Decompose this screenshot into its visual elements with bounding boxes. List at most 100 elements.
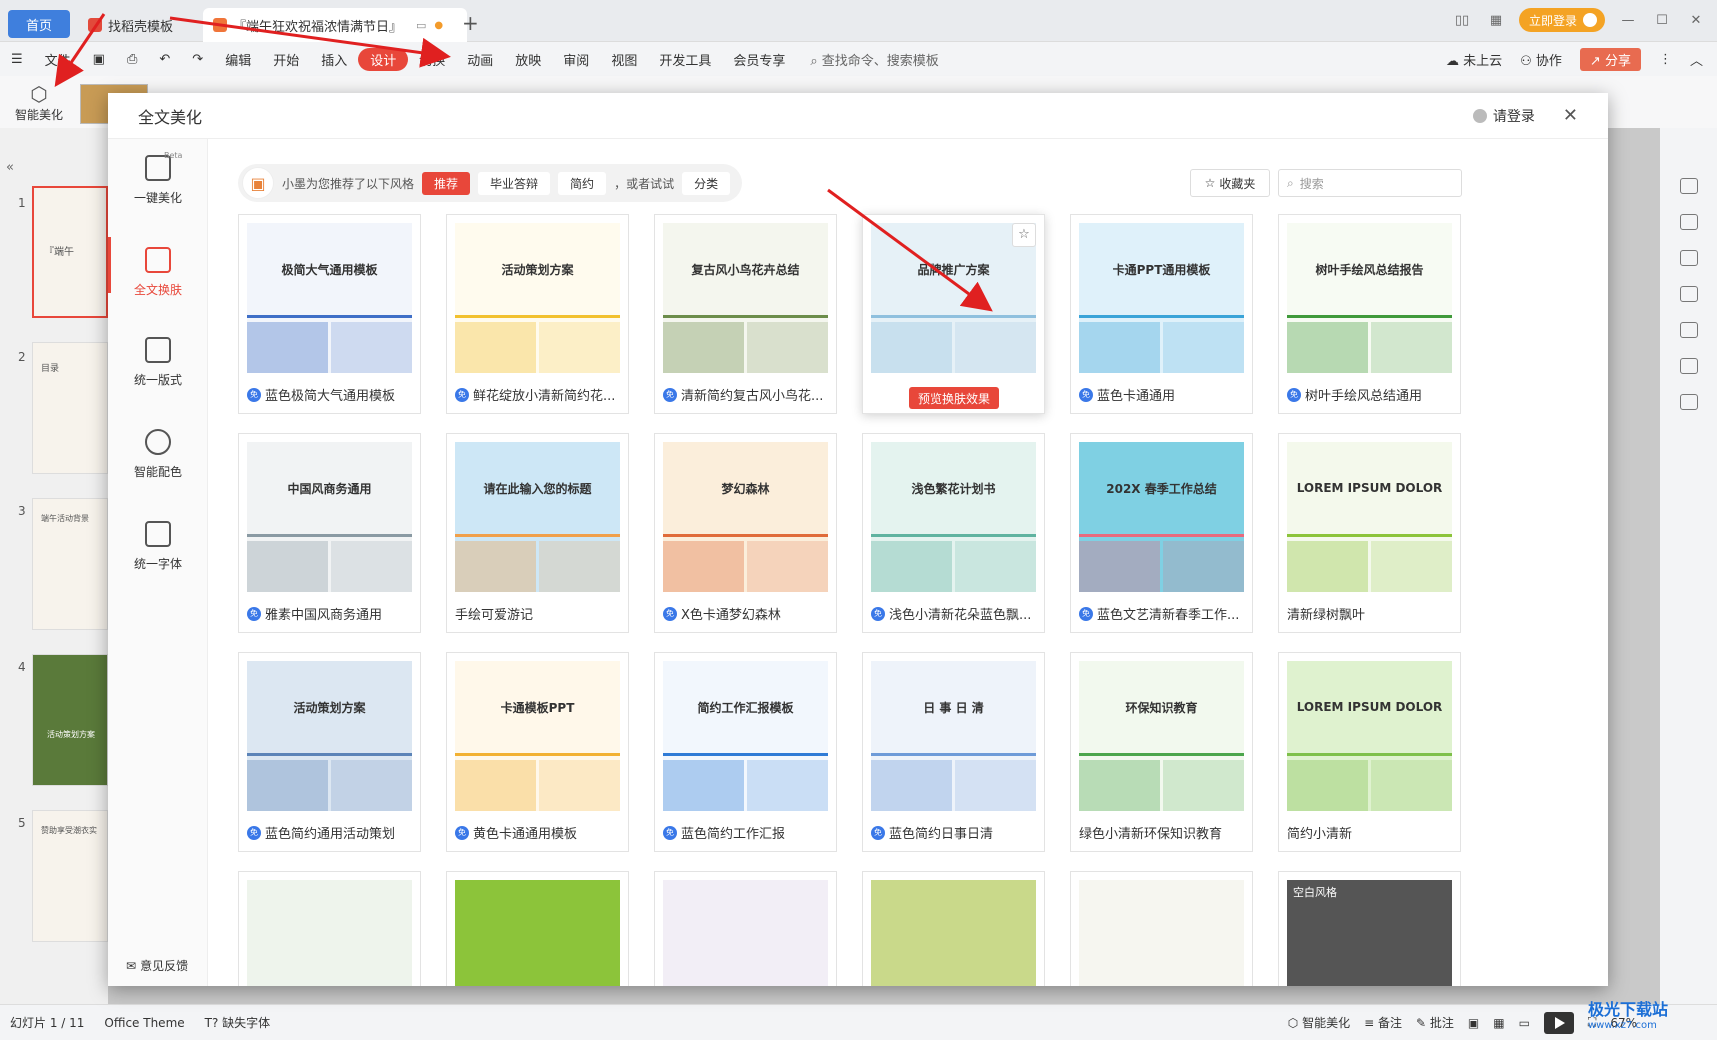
status-beautify-button[interactable]: ⬡ 智能美化 — [1288, 1014, 1350, 1031]
menu-design[interactable]: 设计 — [358, 47, 409, 71]
menu-developer[interactable]: 开发工具 — [648, 50, 722, 69]
menu-file[interactable]: 文件 — [34, 50, 82, 69]
login-button[interactable]: 立即登录 — [1518, 8, 1605, 32]
template-card-partial[interactable] — [654, 871, 837, 986]
side-unify-layout[interactable]: 统一版式 — [108, 337, 208, 388]
template-card[interactable]: 浅色繁花计划书免浅色小清新花朵蓝色飘... — [862, 433, 1045, 633]
minimize-icon[interactable]: — — [1617, 13, 1639, 28]
template-card[interactable]: 中国风商务通用免雅素中国风商务通用 — [238, 433, 421, 633]
menu-member[interactable]: 会员专享 — [722, 50, 796, 69]
preview-cover: 活动策划方案 — [455, 223, 620, 318]
image-icon[interactable] — [1680, 322, 1698, 338]
side-one-click-beautify[interactable]: Beta 一键美化 — [108, 151, 208, 206]
template-card[interactable]: 极简大气通用模板免蓝色极简大气通用模板 — [238, 214, 421, 414]
chip-graduation[interactable]: 毕业答辩 — [478, 171, 551, 195]
template-card[interactable]: 简约工作汇报模板免蓝色简约工作汇报 — [654, 652, 837, 852]
menu-transition[interactable]: 切换 — [408, 50, 456, 69]
menu-slideshow[interactable]: 放映 — [504, 50, 552, 69]
maximize-icon[interactable]: ☐ — [1651, 13, 1673, 28]
grid-apps-icon[interactable]: ▦ — [1485, 13, 1507, 28]
book-icon[interactable] — [1680, 394, 1698, 410]
hamburger-menu-icon[interactable]: ☰ — [0, 52, 34, 67]
tab-daoke-template[interactable]: 找稻壳模板 — [78, 8, 200, 42]
adjust-icon[interactable] — [1680, 214, 1698, 230]
brush-icon[interactable] — [1680, 178, 1698, 194]
preview-skin-button[interactable]: 预览换肤效果 — [909, 387, 999, 409]
slide-thumbnail[interactable]: 活动策划方案 — [32, 654, 108, 786]
more-icon[interactable]: ⋮ — [1659, 52, 1672, 67]
chip-simple[interactable]: 简约 — [558, 171, 607, 195]
print-icon[interactable]: ⎙ — [116, 52, 148, 67]
play-button[interactable] — [1543, 1011, 1574, 1034]
share-label: 分享 — [1604, 53, 1631, 69]
template-card[interactable]: 卡通模板PPT 免黄色卡通通用模板 — [446, 652, 629, 852]
menu-animation[interactable]: 动画 — [456, 50, 504, 69]
dialog-login[interactable]: 请登录 — [1472, 106, 1535, 126]
monitor-icon[interactable]: ▭ — [416, 19, 426, 32]
template-card[interactable]: 卡通PPT通用模板免蓝色卡通通用 — [1070, 214, 1253, 414]
tab-home[interactable]: 首页 — [8, 10, 70, 38]
save-icon[interactable]: ▣ — [82, 52, 116, 67]
template-card[interactable]: 梦幻森林免 X色卡通梦幻森林 — [654, 433, 837, 633]
favorites-button[interactable]: ☆ 收藏夹 — [1190, 169, 1270, 197]
slide-thumbnail[interactable]: 目录 — [32, 342, 108, 474]
template-card-partial[interactable] — [1070, 871, 1253, 986]
slide-thumbnail[interactable]: 赞助享受潮衣实 — [32, 810, 108, 942]
smart-beautify-button[interactable]: ⬡ 智能美化 — [8, 82, 70, 123]
close-icon[interactable]: ✕ — [1563, 105, 1578, 126]
tab-current-document[interactable]: 『端午狂欢祝福浓情满节日』 ▭ ● — [203, 8, 467, 42]
new-tab-button[interactable]: + — [462, 11, 479, 35]
menu-insert[interactable]: 插入 — [310, 50, 358, 69]
chip-category[interactable]: 分类 — [682, 171, 731, 195]
pin-icon[interactable] — [1680, 250, 1698, 266]
template-card[interactable]: LOREM IPSUM DOLOR 简约小清新 — [1278, 652, 1461, 852]
template-card[interactable]: 环保知识教育 绿色小清新环保知识教育 — [1070, 652, 1253, 852]
template-card[interactable]: 日 事 日 清免蓝色简约日事日清 — [862, 652, 1045, 852]
collapse-panel-icon[interactable]: « — [6, 160, 14, 175]
reading-mode-icon[interactable]: ▯▯ — [1451, 13, 1473, 28]
favorite-star-icon[interactable]: ☆ — [1012, 223, 1036, 247]
notes-button[interactable]: ≡ 备注 — [1364, 1014, 1402, 1031]
template-card[interactable]: 树叶手绘风总结报告免树叶手绘风总结通用 — [1278, 214, 1461, 414]
side-smart-color[interactable]: 智能配色 — [108, 429, 208, 480]
reading-view-icon[interactable]: ▭ — [1519, 1016, 1530, 1030]
feedback-button[interactable]: ✉ 意见反馈 — [126, 957, 188, 974]
template-card[interactable]: 请在此输入您的标题 手绘可爱游记 — [446, 433, 629, 633]
side-change-skin[interactable]: 全文换肤 — [108, 247, 208, 298]
menu-start[interactable]: 开始 — [262, 50, 310, 69]
slide-thumbnail[interactable]: 端午活动背景 — [32, 498, 108, 630]
normal-view-icon[interactable]: ▣ — [1468, 1016, 1479, 1030]
template-search-input[interactable]: ⌕ 搜索 — [1278, 169, 1462, 197]
template-preview — [1079, 880, 1244, 986]
collab-button[interactable]: ⚇ 协作 — [1520, 50, 1562, 69]
layout-icon[interactable] — [1680, 286, 1698, 302]
share-button[interactable]: ↗ 分享 — [1579, 47, 1641, 71]
undo-icon[interactable]: ↶ — [148, 52, 181, 67]
template-card-partial[interactable] — [238, 871, 421, 986]
location-icon[interactable] — [1680, 358, 1698, 374]
collapse-ribbon-icon[interactable]: ︿ — [1690, 50, 1703, 69]
slide-thumbnail[interactable]: 『端午 — [32, 186, 108, 318]
template-card[interactable]: LOREM IPSUM DOLOR 清新绿树飘叶 — [1278, 433, 1461, 633]
template-card[interactable]: 品牌推广方案 ☆ 预览换肤效果 — [862, 214, 1045, 414]
template-card[interactable]: 202X 春季工作总结免蓝色文艺清新春季工作... — [1070, 433, 1253, 633]
side-unify-font[interactable]: 统一字体 — [108, 521, 208, 572]
chip-recommend[interactable]: 推荐 — [422, 171, 471, 195]
template-card[interactable]: 活动策划方案免蓝色简约通用活动策划 — [238, 652, 421, 852]
comment-button[interactable]: ✎ 批注 — [1416, 1014, 1454, 1031]
missing-font-button[interactable]: T? 缺失字体 — [195, 1014, 281, 1031]
template-card-partial[interactable] — [862, 871, 1045, 986]
menu-view[interactable]: 视图 — [600, 50, 648, 69]
preview-title: 极简大气通用模板 — [281, 262, 378, 277]
menu-edit[interactable]: 编辑 — [214, 50, 262, 69]
command-search[interactable]: ⌕ 查找命令、搜索模板 — [796, 50, 949, 69]
close-window-icon[interactable]: ✕ — [1685, 13, 1707, 28]
redo-icon[interactable]: ↷ — [181, 52, 214, 67]
menu-review[interactable]: 审阅 — [552, 50, 600, 69]
template-card[interactable]: 复古风小鸟花卉总结免清新简约复古风小鸟花... — [654, 214, 837, 414]
template-card-partial[interactable] — [446, 871, 629, 986]
cloud-status[interactable]: ☁ 未上云 — [1446, 50, 1502, 69]
sorter-view-icon[interactable]: ▦ — [1493, 1016, 1504, 1030]
template-card[interactable]: 活动策划方案免鲜花绽放小清新简约花... — [446, 214, 629, 414]
template-card-partial[interactable]: 空白风格 — [1278, 871, 1461, 986]
